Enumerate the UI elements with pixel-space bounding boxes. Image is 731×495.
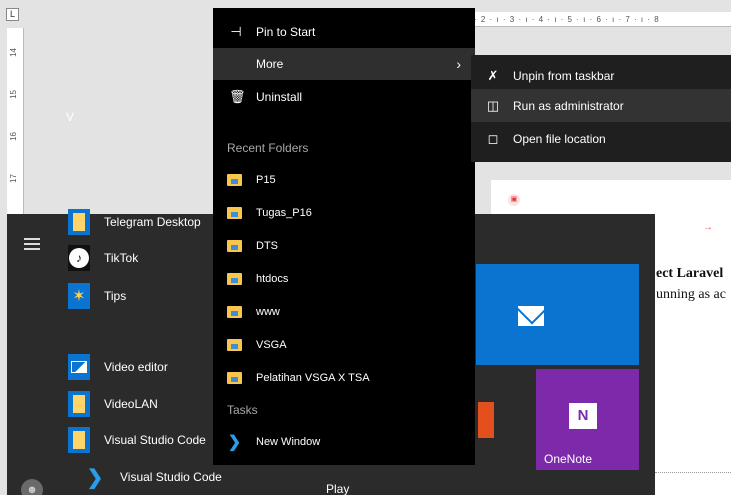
unpin-icon: ✗ [487,67,499,83]
folder-icon [227,174,242,186]
folder-label: Pelatihan VSGA X TSA [256,372,370,384]
recent-folder-item[interactable]: Pelatihan VSGA X TSA [213,362,475,394]
folder-label: Tugas_P16 [256,207,312,219]
tiktok-icon: ♪ [68,245,90,271]
recent-folder-item[interactable]: DTS [213,230,475,262]
folder-icon [68,391,90,417]
app-item-visual-studio-code-folder[interactable]: Visual Studio Code [68,423,206,457]
document-heading: ect Laravel [656,266,724,281]
pin-icon: ⊣ [230,24,242,39]
app-group-header[interactable]: V [66,110,74,124]
menu-item-label: Run as administrator [513,98,624,113]
document-text: unning as ac [656,287,726,302]
menu-item-label: Open file location [513,131,606,146]
app-label: Visual Studio Code [104,433,206,447]
app-label: VideoLAN [104,397,158,411]
folder-label: htdocs [256,273,289,285]
horizontal-ruler: · 2 · ı · 3 · ı · 4 · ı · 5 · ı · 6 · ı … [440,12,731,27]
new-window-task-item[interactable]: ❯ New Window [213,426,475,458]
video-editor-icon [68,354,90,380]
recent-folder-item[interactable]: htdocs [213,263,475,295]
office-icon [478,402,494,438]
pdf-icon: ▣ [508,194,520,206]
ruler-tab-selector[interactable]: L [6,8,19,21]
app-item-videolan[interactable]: VideoLAN [68,387,158,421]
run-as-administrator-menu-item[interactable]: ◫ Run as administrator [471,89,731,122]
app-item-tiktok[interactable]: ♪ TikTok [68,241,138,275]
folder-icon [227,339,242,351]
folder-icon [68,427,90,453]
pin-to-start-menu-item[interactable]: ⊣ Pin to Start [213,17,475,47]
hamburger-menu-icon[interactable] [24,238,40,250]
arrow-icon: → [703,222,713,233]
app-item-telegram-desktop[interactable]: Telegram Desktop [68,205,201,239]
document-icon: ◻ [487,130,499,146]
recent-folder-item[interactable]: P15 [213,164,475,196]
recent-folder-item[interactable]: Tugas_P16 [213,197,475,229]
folder-label: P15 [256,174,276,186]
ruler-tick: 16 [9,132,18,141]
avatar[interactable]: ☻ [21,479,43,495]
menu-item-label: Unpin from taskbar [513,68,615,83]
recent-folder-item[interactable]: www [213,296,475,328]
app-label: TikTok [104,251,139,265]
shield-icon: ◫ [486,97,500,113]
vscode-icon: ❯ [227,434,242,451]
more-menu-item[interactable]: More › [213,48,475,80]
app-item-tips[interactable]: ✶ Tips [68,279,126,313]
app-label: Video editor [104,360,168,374]
app-item-video-editor[interactable]: Video editor [68,350,168,384]
folder-icon [227,306,242,318]
onenote-icon: N [569,403,597,429]
app-label: Visual Studio Code [120,470,222,484]
tasks-header: Tasks [227,403,258,417]
vertical-ruler: 14 15 16 17 [7,28,24,218]
app-item-visual-studio-code[interactable]: ❯ Visual Studio Code [84,460,222,494]
lightbulb-icon: ✶ [68,283,90,309]
menu-item-label: More [256,57,284,71]
folder-label: www [256,306,280,318]
recent-folders-header: Recent Folders [227,141,309,155]
chevron-right-icon: › [456,56,461,72]
mail-icon [518,306,544,326]
divider [655,472,731,473]
uninstall-menu-item[interactable]: 🗑 Uninstall [213,82,475,112]
recent-folder-item[interactable]: VSGA [213,329,475,361]
folder-icon [227,273,242,285]
vscode-icon: ❯ [86,466,104,489]
start-menu-rail: ☻ [7,214,57,495]
onenote-tile-label: OneNote [544,452,593,466]
folder-label: VSGA [256,339,287,351]
folder-icon [68,209,90,235]
ruler-tick: 17 [9,174,18,183]
menu-item-label: Pin to Start [256,25,316,39]
folder-icon [227,372,242,384]
menu-item-label: Uninstall [256,90,303,104]
app-label: Tips [104,289,127,303]
open-file-location-menu-item[interactable]: ◻ Open file location [471,122,731,155]
folder-label: DTS [256,240,278,252]
mail-tile[interactable] [476,264,639,365]
folder-icon [227,207,242,219]
ruler-tick: 15 [9,90,18,99]
unpin-from-taskbar-menu-item[interactable]: ✗ Unpin from taskbar [471,59,731,92]
task-label: New Window [256,436,321,448]
app-label: Telegram Desktop [104,215,201,229]
folder-icon [227,240,242,252]
play-group-label: Play [326,482,350,495]
ruler-tick: 14 [9,48,18,57]
trash-icon: 🗑 [229,89,246,104]
